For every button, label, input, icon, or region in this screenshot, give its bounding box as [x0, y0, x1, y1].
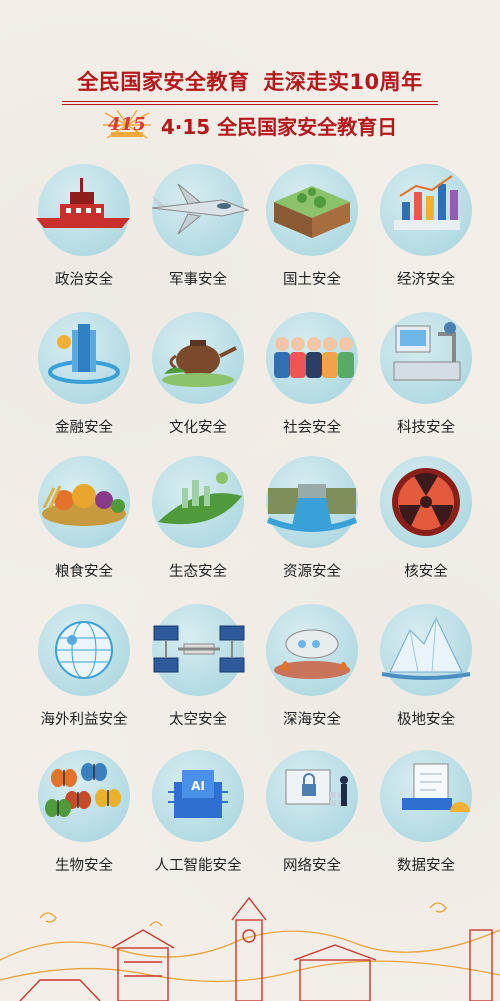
illustration-circle: [380, 750, 472, 842]
red-boat-icon: [36, 178, 130, 228]
security-item-label: 网络安全: [283, 858, 341, 874]
illustration-circle: [266, 750, 358, 842]
security-item: 金融安全: [28, 312, 140, 452]
illustration-circle: [380, 312, 472, 404]
security-item-label: 金融安全: [55, 420, 113, 436]
subtitle-row: 415 4·15 全民国家安全教育日: [0, 108, 500, 142]
bar-chart-icon: [394, 175, 460, 230]
butterflies-icon: [45, 763, 121, 817]
security-item-label: 数据安全: [397, 858, 455, 874]
security-item-label: 资源安全: [283, 564, 341, 580]
svg-text:AI: AI: [191, 779, 205, 793]
security-item-label: 生物安全: [55, 858, 113, 874]
land-block-icon: [274, 186, 350, 238]
illustration-circle: [380, 604, 472, 696]
security-item: 深海安全: [256, 604, 368, 744]
illustration-circle: [36, 164, 130, 256]
security-item: 经济安全: [370, 164, 482, 304]
illustration-circle: [266, 164, 358, 256]
415-logo: 415: [102, 110, 151, 140]
security-item-label: 海外利益安全: [40, 712, 128, 728]
illustration-circle: [152, 604, 245, 696]
security-item: 文化安全: [142, 312, 254, 452]
green-city-leaf-icon: [158, 472, 242, 525]
security-item: 科技安全: [370, 312, 482, 452]
security-item: 生态安全: [142, 456, 254, 596]
landmark-skyline-decoration: [0, 896, 500, 1001]
illustration-circle: [266, 312, 358, 404]
security-item: 粮食安全: [28, 456, 140, 596]
people-group-icon: [274, 337, 354, 378]
illustration-circle: [38, 312, 130, 404]
security-item: 军事安全: [142, 164, 254, 304]
security-item: 生物安全: [28, 750, 140, 890]
illustration-circle: [38, 750, 130, 842]
illustration-circle: [151, 164, 250, 256]
title-divider-top: [62, 101, 438, 102]
security-item-label: 极地安全: [397, 712, 455, 728]
security-item: 海外利益安全: [28, 604, 140, 744]
radiation-icon: [392, 468, 460, 536]
data-documents-icon: [402, 763, 470, 812]
title-part-1: 全民国家安全教育: [77, 70, 250, 94]
security-item-label: 经济安全: [397, 272, 455, 288]
main-title: 全民国家安全教育 走深走实10周年: [0, 66, 500, 96]
finance-building-icon: [48, 324, 120, 384]
security-item-label: 文化安全: [169, 420, 227, 436]
illustration-circle: [266, 456, 358, 548]
security-item-label: 太空安全: [169, 712, 227, 728]
security-item-label: 军事安全: [169, 272, 227, 288]
security-item: 数据安全: [370, 750, 482, 890]
security-item-label: 国土安全: [283, 272, 341, 288]
harvest-icon: [42, 484, 126, 526]
security-item: 国土安全: [256, 164, 368, 304]
security-item-label: 核安全: [404, 564, 448, 580]
illustration-circle: [152, 456, 244, 548]
lab-machine-icon: [393, 322, 461, 381]
globe-icon: [55, 621, 113, 679]
network-lock-icon: [285, 769, 348, 806]
illustration-circle: [380, 456, 472, 548]
space-station-icon: [153, 625, 245, 673]
security-item-label: 政治安全: [55, 272, 113, 288]
security-item-label: 科技安全: [397, 420, 455, 436]
water-dam-icon: [266, 484, 358, 532]
security-item: AI 人工智能安全: [142, 750, 254, 890]
logo-number: 415: [108, 114, 146, 135]
ai-chip-icon: AI: [168, 770, 228, 818]
security-item-label: 人工智能安全: [154, 858, 242, 874]
subtitle-text: 4·15 全民国家安全教育日: [160, 114, 398, 139]
iceberg-icon: [381, 616, 471, 680]
security-item: 资源安全: [256, 456, 368, 596]
illustration-circle: [266, 604, 358, 696]
illustration-circle: AI: [152, 750, 244, 842]
illustration-circle: [38, 604, 130, 696]
security-item: 社会安全: [256, 312, 368, 452]
title-part-2: 走深走实10周年: [263, 70, 423, 94]
title-divider-bottom: [62, 104, 438, 105]
fighter-jet-icon: [151, 183, 250, 235]
security-item: 核安全: [370, 456, 482, 596]
illustration-circle: [152, 312, 244, 404]
submarine-icon: [274, 629, 350, 679]
security-item: 太空安全: [142, 604, 254, 744]
security-item-label: 生态安全: [169, 564, 227, 580]
illustration-circle: [38, 456, 130, 548]
teapot-icon: [162, 340, 237, 387]
security-item-label: 社会安全: [283, 420, 341, 436]
security-item-label: 粮食安全: [55, 564, 113, 580]
security-item: 极地安全: [370, 604, 482, 744]
security-item: 政治安全: [28, 164, 140, 304]
security-item-label: 深海安全: [283, 712, 341, 728]
illustration-circle: [380, 164, 472, 256]
security-item: 网络安全: [256, 750, 368, 890]
